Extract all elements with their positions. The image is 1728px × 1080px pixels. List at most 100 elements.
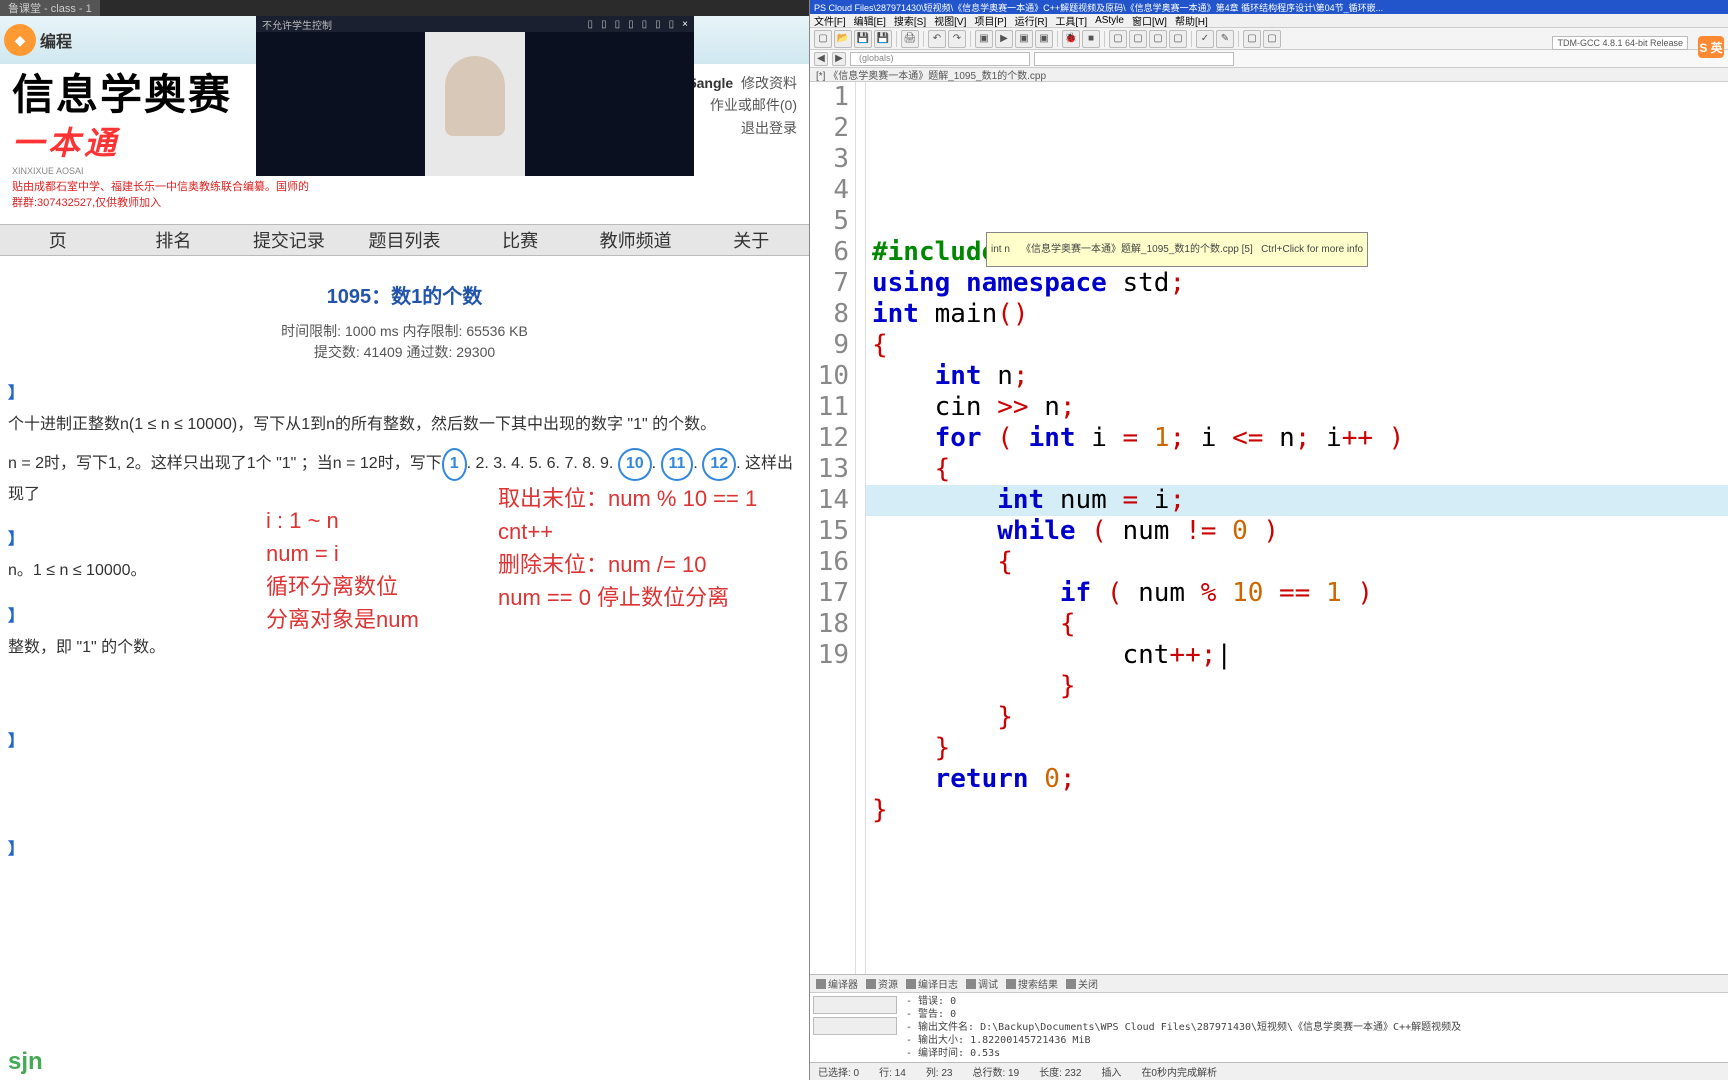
save-icon[interactable]: 💾: [854, 30, 872, 48]
search-icon: [1006, 979, 1016, 989]
problem-title: 1095：数1的个数: [8, 280, 801, 309]
output-tabbar: 编译器 资源 编译日志 调试 搜索结果 关闭: [810, 974, 1728, 992]
editor-tab[interactable]: [*] 《信息学奥赛一本通》题解_1095_数1的个数.cpp: [810, 68, 1728, 82]
menu-view[interactable]: 视图[V]: [934, 13, 966, 28]
compiler-select[interactable]: TDM-GCC 4.8.1 64-bit Release: [1552, 36, 1688, 50]
code-tooltip: int n 《信息学奥赛一本通》题解_1095_数1的个数.cpp [5] Ct…: [986, 232, 1368, 267]
webcam-tool-icon[interactable]: ▯: [669, 19, 675, 30]
tab-debug[interactable]: 调试: [966, 976, 998, 991]
tool-icon[interactable]: ▢: [1149, 30, 1167, 48]
browser-tab[interactable]: 鲁课堂 - class - 1: [0, 0, 100, 16]
compile-run-icon[interactable]: ▣: [1015, 30, 1033, 48]
stop-icon[interactable]: ■: [1082, 30, 1100, 48]
annotation-left: i : 1 ~ n num = i 循环分离数位 分离对象是num: [266, 504, 419, 636]
tool-icon[interactable]: ✓: [1196, 30, 1214, 48]
resources-icon: [866, 979, 876, 989]
compiler-btn[interactable]: [813, 1017, 897, 1035]
tab-compile-log[interactable]: 编译日志: [906, 976, 958, 991]
menu-help[interactable]: 帮助[H]: [1175, 13, 1208, 28]
fwd-icon[interactable]: ▶: [832, 52, 846, 66]
nav-problems[interactable]: 题目列表: [347, 227, 463, 253]
problem-limits: 时间限制: 1000 ms 内存限制: 65536 KB: [8, 321, 801, 342]
statusbar: 已选择: 0 行: 14 列: 23 总行数: 19 长度: 232 插入 在0…: [810, 1062, 1728, 1080]
tool-icon[interactable]: ▢: [1243, 30, 1261, 48]
tab-search[interactable]: 搜索结果: [1006, 976, 1058, 991]
nav-submit[interactable]: 提交记录: [231, 227, 347, 253]
menu-edit[interactable]: 编辑[E]: [854, 13, 886, 28]
nav-teacher[interactable]: 教师频道: [578, 227, 694, 253]
tool-icon[interactable]: ▢: [1109, 30, 1127, 48]
webcam-title: 不允许学生控制: [262, 17, 332, 32]
compile-icon[interactable]: ▣: [975, 30, 993, 48]
line-gutter: 12345678910111213141516171819: [810, 82, 856, 974]
tool-icon[interactable]: ✎: [1216, 30, 1234, 48]
scope-combo[interactable]: (globals): [850, 52, 1030, 66]
problem-stats: 提交数: 41409 通过数: 29300: [8, 342, 801, 363]
webcam-titlebar: 不允许学生控制 ▯ ▯ ▯ ▯ ▯ ▯ ▯ ×: [256, 16, 694, 32]
code-editor[interactable]: 12345678910111213141516171819 int n 《信息学…: [810, 82, 1728, 974]
webcam-tool-icon[interactable]: ▯: [588, 19, 594, 30]
tab-compiler[interactable]: 编译器: [816, 976, 858, 991]
site-credit: 贴由成都石室中学、福建长乐一中信奥教练联合编纂。国师的群群:307432527,…: [12, 178, 312, 210]
nav-rank[interactable]: 排名: [116, 227, 232, 253]
menu-project[interactable]: 项目[P]: [974, 13, 1006, 28]
tool-icon[interactable]: ▢: [1169, 30, 1187, 48]
status-parse: 在0秒内完成解析: [1141, 1064, 1217, 1079]
product-logo-icon: ◆: [4, 24, 36, 56]
compiler-output: - 错误: 0 - 警告: 0 - 输出文件名: D:\Backup\Docum…: [810, 992, 1728, 1062]
compiler-btn[interactable]: [813, 996, 897, 1014]
status-insert-mode: 插入: [1101, 1064, 1121, 1079]
menu-search[interactable]: 搜索[S]: [894, 13, 926, 28]
menu-file[interactable]: 文件[F]: [814, 13, 846, 28]
close-icon: [1066, 979, 1076, 989]
section-sample-in: 】: [8, 727, 801, 751]
new-icon[interactable]: ▢: [814, 30, 832, 48]
tab-resources[interactable]: 资源: [866, 976, 898, 991]
saveall-icon[interactable]: 💾: [874, 30, 892, 48]
edit-profile-link[interactable]: 修改资料: [741, 75, 797, 91]
nav-contest[interactable]: 比赛: [462, 227, 578, 253]
print-icon[interactable]: 🖨: [901, 30, 919, 48]
webcam-close-button[interactable]: ×: [682, 19, 688, 30]
ime-indicator[interactable]: S 英: [1698, 36, 1724, 58]
nav-home[interactable]: 页: [0, 227, 116, 253]
compiler-icon: [816, 979, 826, 989]
ide-titlebar: PS Cloud Files\287971430\短视频\《信息学奥赛一本通》C…: [810, 0, 1728, 14]
code-area[interactable]: int n 《信息学奥赛一本通》题解_1095_数1的个数.cpp [5] Ct…: [866, 82, 1728, 974]
ide-toolbar2: ◀ ▶ (globals): [810, 50, 1728, 68]
webcam-video: [425, 16, 525, 176]
redo-icon[interactable]: ↷: [948, 30, 966, 48]
webcam-tool-icon[interactable]: ▯: [628, 19, 634, 30]
debug-icon: [966, 979, 976, 989]
status-col: 列: 23: [926, 1064, 953, 1079]
log-icon: [906, 979, 916, 989]
section-sample-out: 】: [8, 835, 801, 859]
menu-tools[interactable]: 工具[T]: [1055, 13, 1087, 28]
menu-astyle[interactable]: AStyle: [1095, 15, 1124, 26]
problem-text: 整数，即 "1" 的个数。: [8, 634, 801, 663]
menu-window[interactable]: 窗口[W]: [1132, 13, 1167, 28]
run-icon[interactable]: ▶: [995, 30, 1013, 48]
open-icon[interactable]: 📂: [834, 30, 852, 48]
rebuild-icon[interactable]: ▣: [1035, 30, 1053, 48]
webcam-tool-icon[interactable]: ▯: [642, 19, 648, 30]
problem-text: 个十进制正整数n(1 ≤ n ≤ 10000)，写下从1到n的所有整数，然后数一…: [8, 411, 801, 440]
fold-column[interactable]: [856, 82, 866, 974]
undo-icon[interactable]: ↶: [928, 30, 946, 48]
ide-pane: PS Cloud Files\287971430\短视频\《信息学奥赛一本通》C…: [810, 0, 1728, 1080]
annotation-right: 取出末位：num % 10 == 1 cnt++ 删除末位：num /= 10 …: [498, 482, 757, 614]
symbol-combo[interactable]: [1034, 52, 1234, 66]
webcam-tool-icon[interactable]: ▯: [655, 19, 661, 30]
debug-icon[interactable]: 🐞: [1062, 30, 1080, 48]
webcam-tool-icon[interactable]: ▯: [601, 19, 607, 30]
compiler-log: - 错误: 0 - 警告: 0 - 输出文件名: D:\Backup\Docum…: [900, 993, 1728, 1062]
webcam-tool-icon[interactable]: ▯: [615, 19, 621, 30]
back-icon[interactable]: ◀: [814, 52, 828, 66]
status-length: 长度: 232: [1039, 1064, 1081, 1079]
tab-close[interactable]: 关闭: [1066, 976, 1098, 991]
tool-icon[interactable]: ▢: [1263, 30, 1281, 48]
nav-about[interactable]: 关于: [693, 227, 809, 253]
menu-run[interactable]: 运行[R]: [1015, 13, 1048, 28]
tool-icon[interactable]: ▢: [1129, 30, 1147, 48]
status-selection: 已选择: 0: [818, 1064, 859, 1079]
